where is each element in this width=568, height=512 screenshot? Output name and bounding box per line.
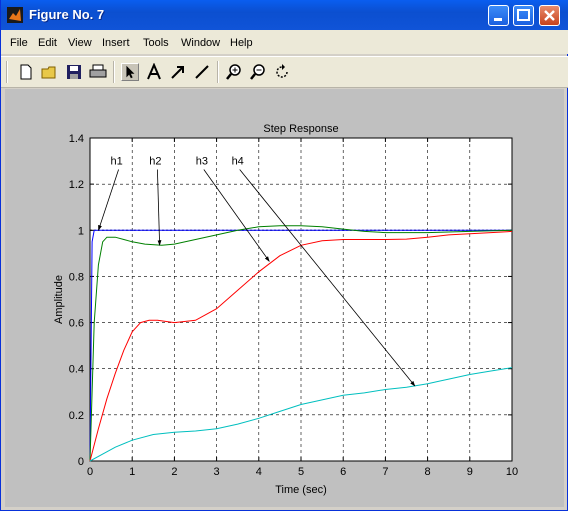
step-response-plot[interactable]: 0 1 2 3 4 5 6 7 8 9 10 0 0.2 0.4 0.6 0.8 1 1.2 1.4 h1 h2 h3 h… [5,89,564,507]
insert-text-icon[interactable] [145,63,163,81]
x-tick-label: 0 [87,466,93,478]
menu-file[interactable]: File [10,37,28,49]
x-tick-label: 5 [298,466,304,478]
toolbar-grip [6,61,8,83]
close-button[interactable] [539,5,560,26]
x-tick-label: 1 [129,466,135,478]
open-folder-icon[interactable] [41,63,59,81]
x-tick-label: 10 [506,466,518,478]
toolbar-separator [217,61,219,83]
y-tick-label: 1.4 [69,133,84,145]
y-axis-label: Amplitude [53,275,65,324]
insert-line-icon[interactable] [193,63,211,81]
minimize-icon [494,18,502,21]
annotation-label-h2: h2 [149,156,161,168]
minimize-button[interactable] [488,5,509,26]
insert-arrow-icon[interactable] [169,63,187,81]
y-tick-label: 0 [78,456,84,468]
maximize-icon [517,9,530,21]
chart-title: Step Response [263,123,338,135]
menu-insert[interactable]: Insert [102,37,130,49]
menu-tools[interactable]: Tools [143,37,169,49]
save-icon[interactable] [65,63,83,81]
zoom-in-icon[interactable] [225,63,243,81]
maximize-button[interactable] [513,5,534,26]
x-tick-label: 6 [340,466,346,478]
x-tick-label: 3 [214,466,220,478]
y-tick-label: 1 [78,225,84,237]
x-tick-label: 7 [382,466,388,478]
y-tick-label: 0.4 [69,364,84,376]
figure-canvas: 0 1 2 3 4 5 6 7 8 9 10 0 0.2 0.4 0.6 0.8 1 1.2 1.4 h1 h2 h3 h… [5,89,564,507]
annotation-label-h3: h3 [196,156,208,168]
rotate-3d-icon[interactable] [273,63,291,81]
annotation-label-h1: h1 [110,156,122,168]
menu-bar: File Edit View Insert Tools Window Help [1,30,568,54]
menu-edit[interactable]: Edit [38,37,57,49]
y-tick-label: 1.2 [69,179,84,191]
x-tick-label: 9 [467,466,473,478]
x-tick-label: 4 [256,466,262,478]
x-tick-label: 8 [425,466,431,478]
close-icon [544,10,555,21]
y-tick-label: 0.2 [69,410,84,422]
new-file-icon[interactable] [17,63,35,81]
x-tick-label: 2 [171,466,177,478]
zoom-out-icon[interactable] [249,63,267,81]
figure-window: Figure No. 7 File Edit View Insert Tools… [0,0,568,511]
toolbar [1,56,568,88]
select-arrow-icon[interactable] [121,63,139,81]
print-icon[interactable] [89,63,107,81]
x-axis-label: Time (sec) [275,484,327,496]
annotation-label-h4: h4 [232,156,244,168]
matlab-logo-icon [7,7,23,23]
menu-view[interactable]: View [68,37,92,49]
menu-help[interactable]: Help [230,37,253,49]
title-bar[interactable]: Figure No. 7 [1,0,568,30]
window-title: Figure No. 7 [29,7,105,22]
menu-window[interactable]: Window [181,37,220,49]
y-tick-label: 0.6 [69,318,84,330]
y-tick-label: 0.8 [69,271,84,283]
toolbar-separator [113,61,115,83]
